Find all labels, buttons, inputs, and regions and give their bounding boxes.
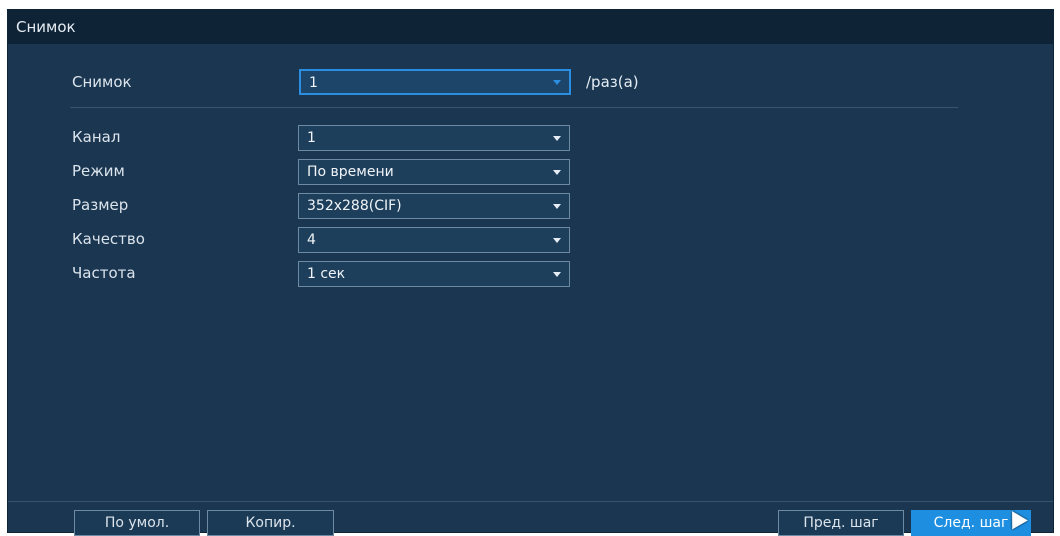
size-select[interactable]: 352x288(CIF) [298,193,570,219]
mode-select[interactable]: По времени [298,159,570,185]
snapshot-unit: /раз(а) [586,73,639,91]
channel-select[interactable]: 1 [298,125,570,151]
size-value: 352x288(CIF) [307,198,402,214]
default-button[interactable]: По умол. [74,510,200,536]
chevron-down-icon [553,80,561,85]
chevron-down-icon [553,272,561,277]
window-title: Снимок [16,18,76,36]
titlebar: Снимок [8,10,1053,44]
copy-button[interactable]: Копир. [207,510,334,536]
channel-value: 1 [307,130,316,146]
prev-step-button[interactable]: Пред. шаг [778,510,904,536]
mode-label: Режим [72,162,125,180]
size-label: Размер [72,196,129,214]
snapshot-count-value: 1 [309,75,318,91]
quality-select[interactable]: 4 [298,227,570,253]
snapshot-count-select[interactable]: 1 [299,69,571,95]
channel-label: Канал [72,128,121,146]
quality-value: 4 [307,232,316,248]
chevron-down-icon [553,204,561,209]
snapshot-label: Снимок [72,73,132,91]
mode-value: По времени [307,164,394,180]
chevron-down-icon [553,136,561,141]
chevron-down-icon [553,170,561,175]
chevron-down-icon [553,238,561,243]
frequency-select[interactable]: 1 сек [298,261,570,287]
quality-label: Качество [72,230,145,248]
section-divider [70,107,958,108]
footer-divider [8,501,1053,502]
frequency-label: Частота [72,264,136,282]
snapshot-settings-window: Снимок Снимок 1 /раз(а) Канал 1 Режим По… [8,10,1053,536]
frequency-value: 1 сек [307,266,346,282]
